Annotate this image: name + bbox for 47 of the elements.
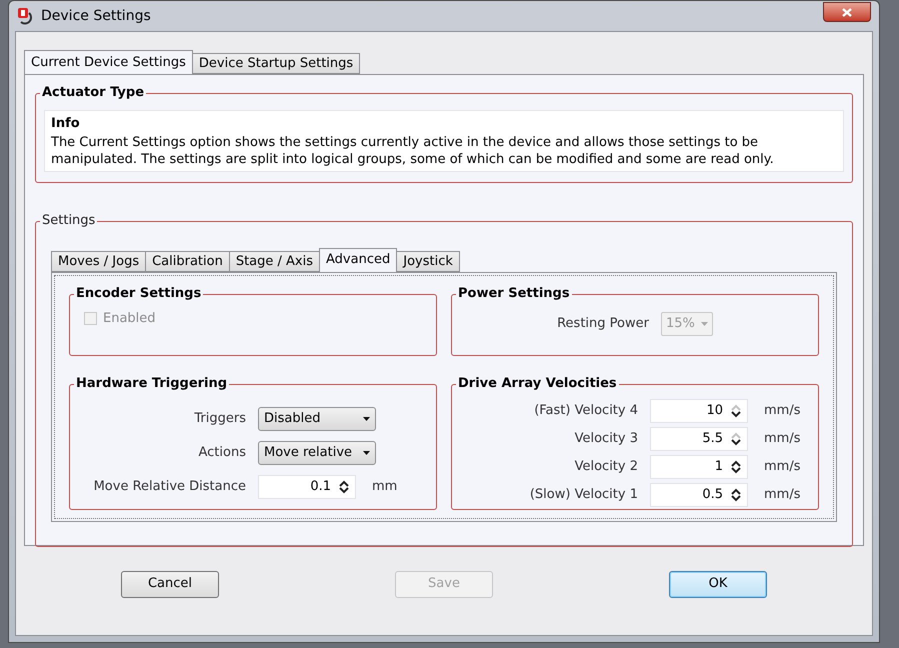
unit-label: mm/s [764,458,800,476]
tab[interactable]: Current Device Settings [24,50,193,74]
spinner-arrows-icon[interactable] [731,488,741,502]
unit-label: mm/s [764,402,800,420]
spinner-field[interactable]: 1 [650,454,748,478]
field-label: Velocity 3 [574,430,638,448]
close-icon [842,8,852,16]
dropdown-caret-icon [700,322,708,326]
spinner-arrows-icon[interactable] [731,460,741,474]
group-title: Power Settings [456,284,572,302]
app-logo-icon [17,7,35,25]
tab[interactable]: Calibration [145,250,230,272]
field-label: (Slow) Velocity 1 [528,486,638,504]
field-label: Triggers [193,410,246,428]
field-label: (Fast) Velocity 4 [533,402,638,420]
dialog-button[interactable]: Cancel [121,570,219,598]
info-text: The Current Settings option shows the settings currently active in the device and allows those settings to be manipulated. The settings are split into logical groups, some of which can be modified and some are read only. [51,134,775,168]
checkbox-label: Enabled [103,310,156,328]
window-title: Device Settings [41,6,151,26]
field-label: Actions [198,444,246,462]
group-title: Actuator Type [40,84,146,102]
spinner-field[interactable]: 10 [650,398,748,422]
info-title: Info [51,115,81,133]
group-title: Settings [40,212,98,230]
tab[interactable]: Moves / Jogs [51,250,146,272]
tab[interactable]: Joystick [396,250,460,272]
spinner-arrows-icon[interactable] [339,480,349,494]
dropdown-caret-icon [363,416,370,420]
field-label: Move Relative Distance [92,478,246,496]
dropdown[interactable]: Move relative [258,440,376,464]
group-title: Hardware Triggering [74,374,230,392]
dropdown[interactable]: Disabled [258,406,376,430]
group-title: Encoder Settings [74,284,204,302]
spinner-field[interactable]: 5.5 [650,426,748,450]
tab[interactable]: Stage / Axis [228,250,320,272]
field-label: Resting Power [557,314,649,333]
unit-label: mm/s [764,486,800,504]
group-title: Drive Array Velocities [456,374,619,392]
tab[interactable]: Device Startup Settings [192,53,360,74]
unit-label: mm [372,478,398,496]
dialog-button[interactable]: OK [669,570,767,598]
spinner-field[interactable]: 0.1 [258,474,356,498]
field-label: Velocity 2 [574,458,638,476]
close-button[interactable] [823,2,871,22]
dropdown-caret-icon [363,450,370,454]
spinner-field[interactable]: 0.5 [650,482,748,506]
unit-label: mm/s [764,430,800,448]
